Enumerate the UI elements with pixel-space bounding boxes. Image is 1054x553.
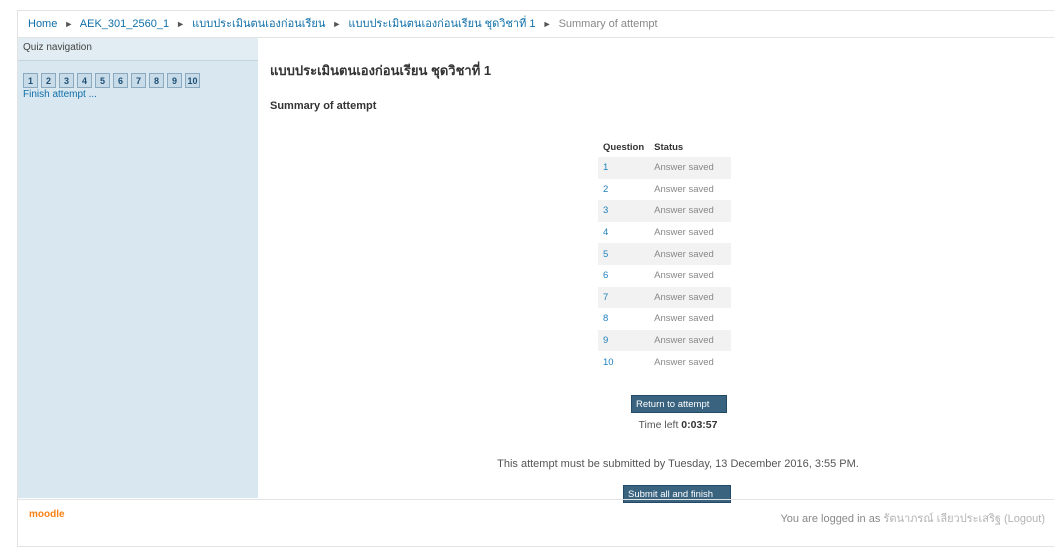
breadcrumb-course-link[interactable]: AEK_301_2560_1 bbox=[80, 18, 169, 30]
question-cell: 3 bbox=[598, 200, 650, 222]
question-nav-button-5[interactable]: 5 bbox=[95, 73, 110, 88]
table-row: 8 Answer saved bbox=[598, 308, 731, 330]
table-row: 4 Answer saved bbox=[598, 222, 731, 244]
question-nav-button-6[interactable]: 6 bbox=[113, 73, 128, 88]
status-cell: Answer saved bbox=[649, 157, 732, 179]
question-nav-button-4[interactable]: 4 bbox=[77, 73, 92, 88]
summary-heading: Summary of attempt bbox=[270, 100, 377, 112]
main-content: แบบประเมินตนเองก่อนเรียน ชุดวิชาที่ 1 Su… bbox=[258, 38, 1054, 503]
question-cell: 4 bbox=[598, 222, 649, 244]
quiz-navigation-title: Quiz navigation bbox=[18, 38, 258, 61]
question-button-row: 1 2 3 4 5 6 7 8 9 10 bbox=[23, 73, 258, 88]
question-nav-button-9[interactable]: 9 bbox=[167, 73, 182, 88]
time-left: Time left 0:03:57 bbox=[258, 419, 1054, 431]
question-nav-button-7[interactable]: 7 bbox=[131, 73, 146, 88]
question-cell: 2 bbox=[598, 179, 649, 201]
question-link[interactable]: 9 bbox=[603, 335, 608, 346]
question-link[interactable]: 5 bbox=[603, 249, 608, 260]
logout-link[interactable]: (Logout) bbox=[1004, 513, 1045, 525]
breadcrumb-home-link[interactable]: Home bbox=[28, 18, 57, 30]
page-footer: moodle You are logged in as รัตนาภรณ์ เล… bbox=[18, 499, 1054, 547]
question-link[interactable]: 8 bbox=[603, 313, 608, 324]
status-cell: Answer saved bbox=[654, 227, 714, 239]
question-nav-button-8[interactable]: 8 bbox=[149, 73, 164, 88]
question-nav-button-10[interactable]: 10 bbox=[185, 73, 200, 88]
breadcrumb-separator-icon: ► bbox=[542, 19, 552, 29]
finish-attempt-link[interactable]: Finish attempt ... bbox=[23, 89, 258, 100]
status-cell: Answer saved bbox=[654, 183, 714, 195]
breadcrumb-separator-icon: ► bbox=[332, 19, 342, 29]
question-cell: 9 bbox=[598, 329, 650, 352]
question-cell: 10 bbox=[598, 351, 649, 373]
logged-in-label: You are logged in as bbox=[780, 513, 881, 525]
question-cell: 6 bbox=[598, 265, 649, 287]
breadcrumb-separator-icon: ► bbox=[176, 19, 186, 29]
table-row: 10 Answer saved bbox=[598, 351, 731, 373]
status-cell: Answer saved bbox=[649, 200, 732, 222]
table-row: 1 Answer saved bbox=[598, 157, 732, 179]
question-link[interactable]: 3 bbox=[603, 205, 608, 216]
table-row: 7 Answer saved bbox=[598, 286, 732, 309]
question-cell: 8 bbox=[598, 308, 649, 330]
question-column-header: Question bbox=[603, 141, 645, 153]
status-cell: Answer saved bbox=[649, 286, 732, 309]
status-cell: Answer saved bbox=[654, 270, 714, 282]
question-nav-button-1[interactable]: 1 bbox=[23, 73, 38, 88]
breadcrumb-separator-icon: ► bbox=[64, 19, 74, 29]
login-info: You are logged in as รัตนาภรณ์ เลียวประเ… bbox=[780, 509, 1045, 527]
table-row: 2 Answer saved bbox=[598, 179, 731, 201]
summary-table: Question Status 1 Answer saved 2 Answer … bbox=[598, 137, 732, 373]
status-cell: Answer saved bbox=[649, 329, 732, 352]
status-cell: Answer saved bbox=[654, 356, 714, 368]
question-nav-button-3[interactable]: 3 bbox=[59, 73, 74, 88]
table-header-row: Question Status bbox=[598, 137, 731, 157]
question-cell: 7 bbox=[598, 286, 650, 309]
status-column-header: Status bbox=[654, 141, 684, 153]
time-left-label: Time left bbox=[638, 419, 679, 431]
status-cell: Answer saved bbox=[649, 243, 732, 265]
page-title: แบบประเมินตนเองก่อนเรียน ชุดวิชาที่ 1 bbox=[270, 63, 492, 78]
question-link[interactable]: 4 bbox=[603, 227, 608, 238]
time-left-value: 0:03:57 bbox=[681, 419, 718, 431]
table-row: 6 Answer saved bbox=[598, 265, 731, 287]
question-link[interactable]: 2 bbox=[603, 184, 608, 195]
breadcrumb-quiz-link[interactable]: แบบประเมินตนเองก่อนเรียน ชุดวิชาที่ 1 bbox=[348, 18, 535, 30]
question-nav-button-2[interactable]: 2 bbox=[41, 73, 56, 88]
page-container: Home ► AEK_301_2560_1 ► แบบประเมินตนเองก… bbox=[17, 10, 1054, 547]
question-link[interactable]: 6 bbox=[603, 270, 608, 281]
table-row: 5 Answer saved bbox=[598, 243, 732, 265]
question-cell: 5 bbox=[598, 243, 650, 265]
table-row: 9 Answer saved bbox=[598, 329, 732, 352]
breadcrumb-current: Summary of attempt bbox=[558, 18, 658, 30]
question-cell: 1 bbox=[598, 157, 650, 179]
question-link[interactable]: 1 bbox=[603, 162, 608, 173]
question-link[interactable]: 10 bbox=[603, 357, 614, 368]
status-cell: Answer saved bbox=[654, 313, 714, 325]
breadcrumb-section-link[interactable]: แบบประเมินตนเองก่อนเรียน bbox=[192, 18, 325, 30]
table-row: 3 Answer saved bbox=[598, 200, 732, 222]
quiz-navigation-block: Quiz navigation 1 2 3 4 5 6 7 8 9 10 Fin… bbox=[18, 38, 258, 498]
breadcrumb: Home ► AEK_301_2560_1 ► แบบประเมินตนเองก… bbox=[18, 11, 1054, 38]
question-link[interactable]: 7 bbox=[603, 292, 608, 303]
moodle-logo[interactable]: moodle bbox=[29, 509, 65, 520]
user-profile-link[interactable]: รัตนาภรณ์ เลียวประเสริฐ bbox=[883, 513, 1001, 525]
deadline-text: This attempt must be submitted by Tuesda… bbox=[497, 458, 859, 470]
return-to-attempt-button[interactable]: Return to attempt bbox=[631, 395, 727, 413]
quiz-navigation-content: 1 2 3 4 5 6 7 8 9 10 Finish attempt ... bbox=[18, 61, 258, 100]
